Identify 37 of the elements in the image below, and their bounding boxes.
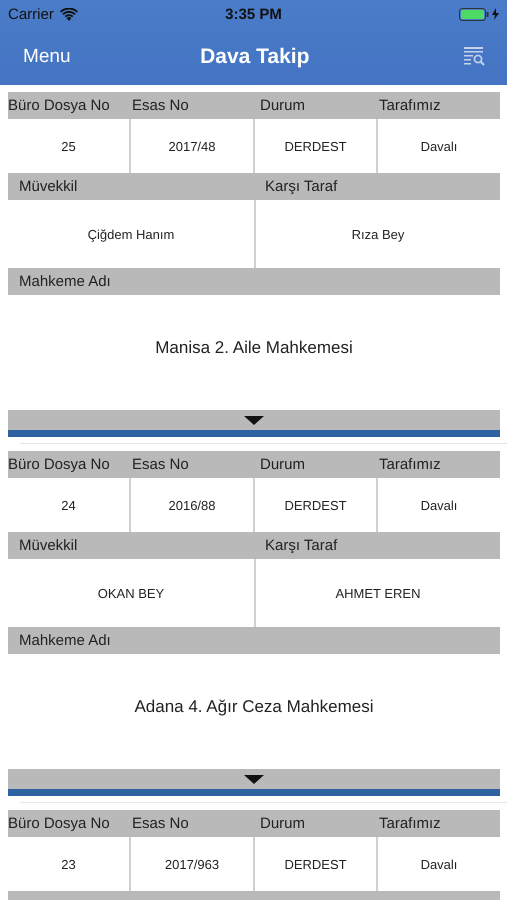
caret-icon: [244, 774, 264, 784]
column-header: Büro Dosya No: [8, 97, 111, 114]
charging-icon: [492, 8, 500, 20]
caret-icon: [244, 416, 264, 424]
table-cell-text: 23: [60, 856, 77, 874]
column-header: Esas No: [131, 815, 190, 832]
expand-button[interactable]: [8, 410, 500, 430]
section-header: Mahkeme Adı: [19, 632, 111, 649]
battery-icon: [459, 8, 490, 20]
carrier-label: Carrier: [8, 6, 54, 22]
column-header: Müvekkil: [18, 537, 78, 554]
table-cell-text: OKAN BEY: [96, 584, 166, 602]
column-header: Tarafımız: [378, 815, 442, 832]
column-header: Esas No: [131, 456, 190, 473]
column-header: Büro Dosya No: [8, 456, 111, 473]
column-header: Durum: [259, 815, 306, 832]
wifi-icon: [60, 8, 78, 20]
table-cell-text: Çiğdem Hanım: [86, 226, 176, 244]
table-cell-text: 24: [60, 496, 77, 514]
column-header: Müvekkil: [18, 178, 78, 195]
list-search-icon[interactable]: [464, 47, 485, 66]
column-header: Karşı Taraf: [264, 178, 338, 195]
column-header: Tarafımız: [378, 97, 442, 114]
expand-button[interactable]: [8, 769, 500, 789]
column-header: Durum: [259, 456, 306, 473]
court-name: Manisa 2. Aile Mahkemesi: [155, 338, 353, 358]
column-header: Büro Dosya No: [8, 815, 111, 832]
table-cell-text: 25: [60, 138, 77, 156]
column-header: Karşı Taraf: [264, 537, 338, 554]
menu-button[interactable]: Menu: [23, 46, 71, 68]
section-header: Mahkeme Adı: [19, 273, 111, 290]
nav-title: Dava Takip: [199, 44, 310, 68]
column-header: Durum: [259, 97, 306, 114]
court-name: Adana 4. Ağır Ceza Mahkemesi: [134, 696, 374, 716]
column-header: Esas No: [131, 97, 190, 114]
column-header: Tarafımız: [378, 456, 442, 473]
clock: 3:35 PM: [225, 6, 282, 22]
